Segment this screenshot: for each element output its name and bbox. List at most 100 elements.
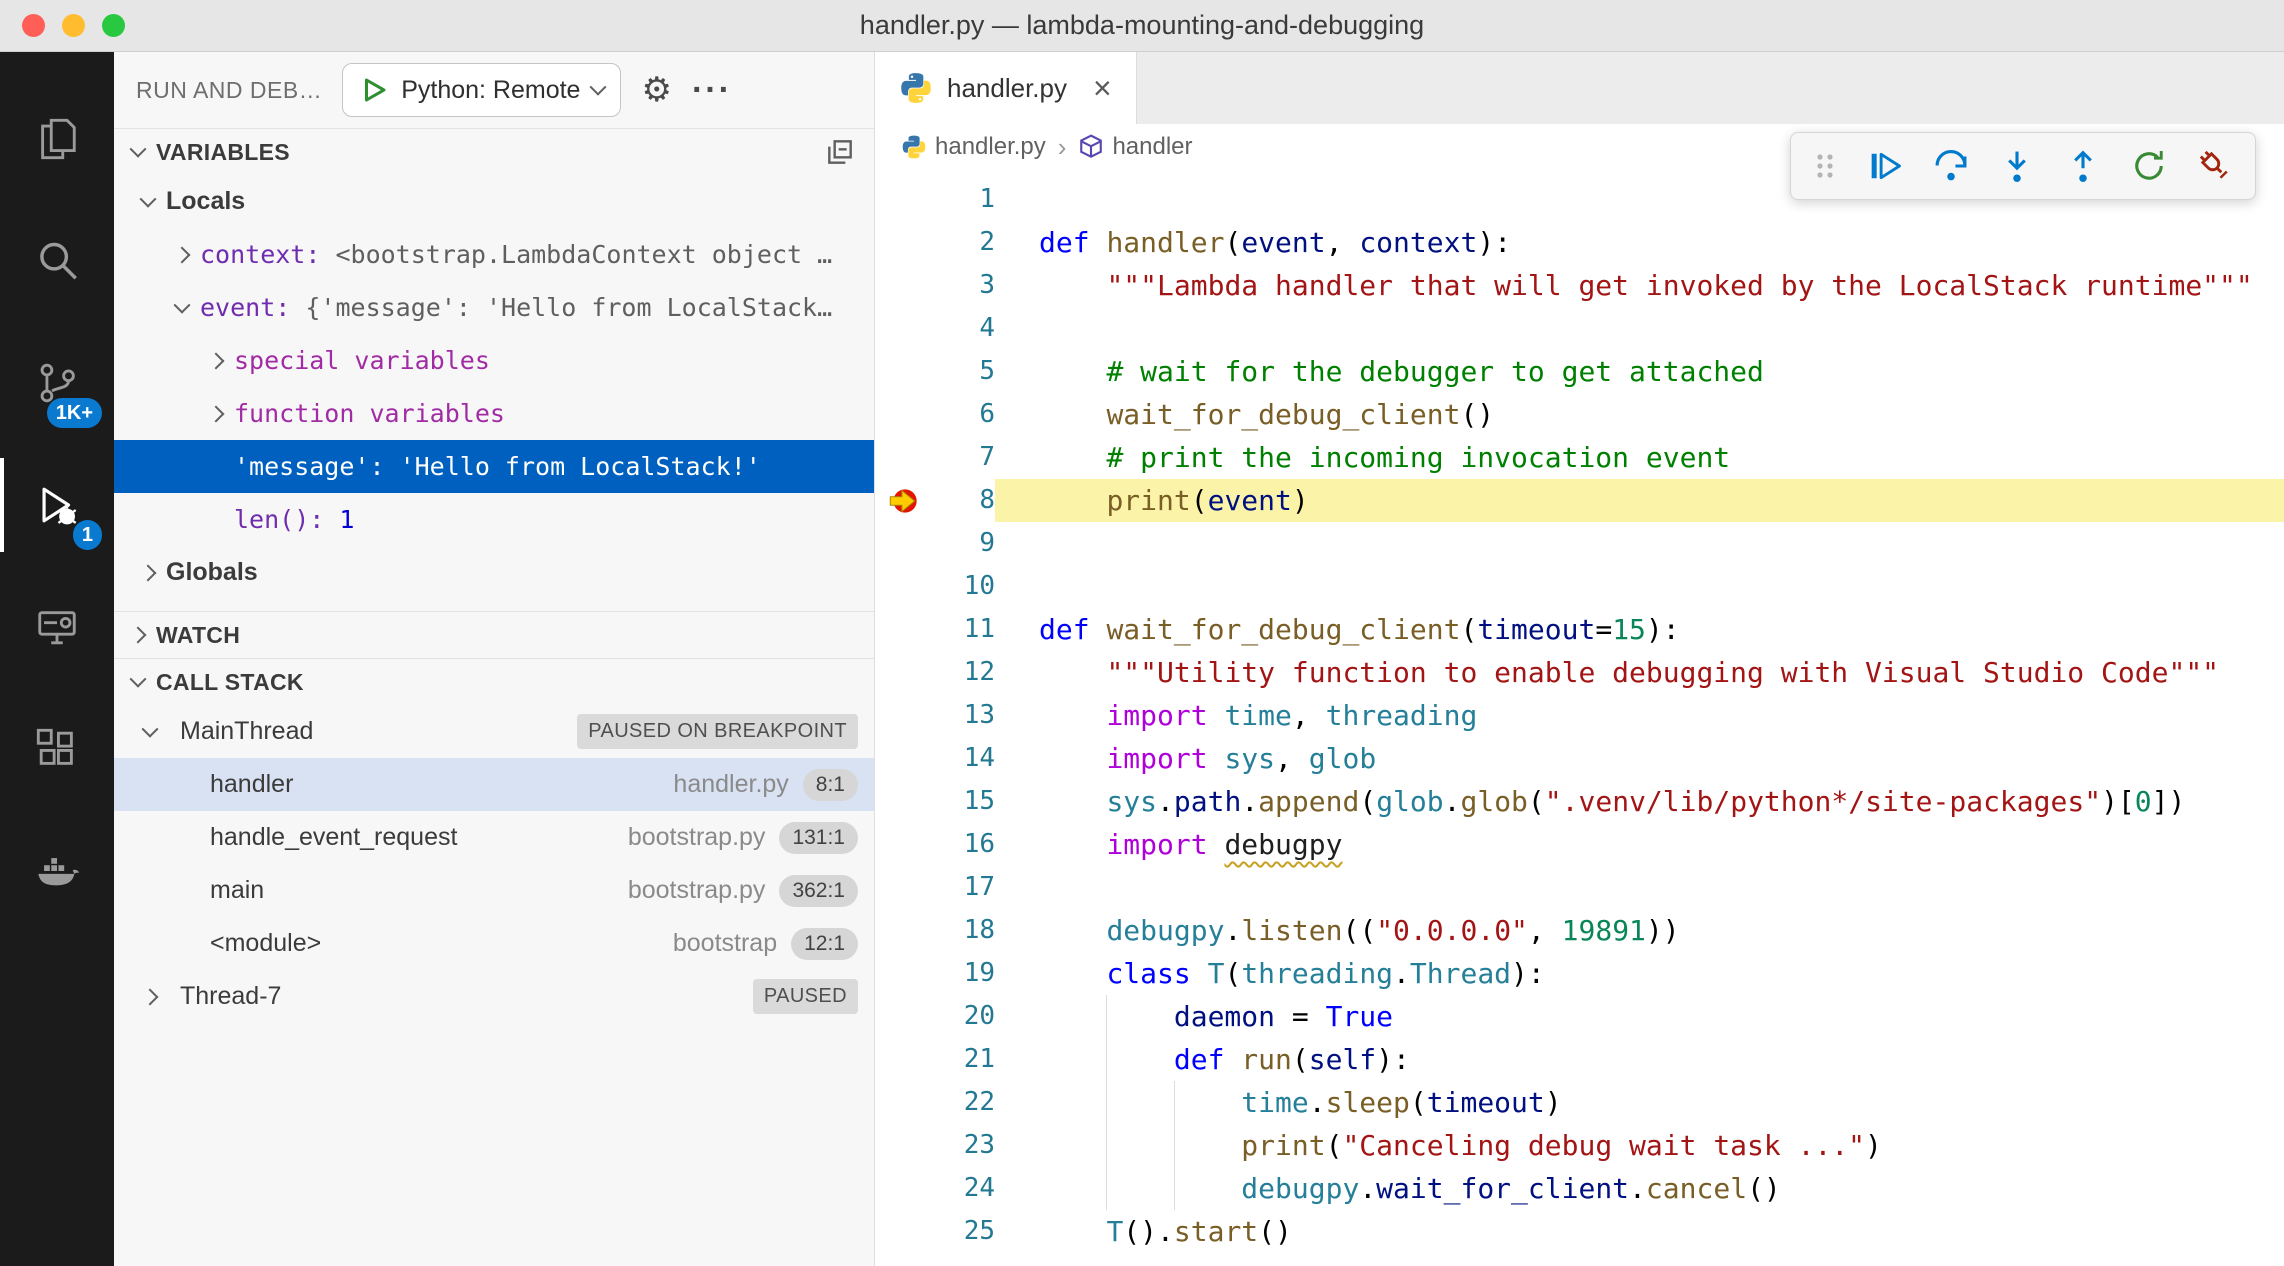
activity-remote-explorer[interactable] [0,566,114,688]
code-text[interactable] [995,565,2284,608]
glyph-margin[interactable] [875,780,933,823]
activity-run-and-debug[interactable]: 1 [0,444,114,566]
code-text[interactable]: debugpy.wait_for_client.cancel() [995,1167,2284,1210]
glyph-margin[interactable] [875,264,933,307]
code-text[interactable]: import sys, glob [995,737,2284,780]
activity-docker[interactable] [0,810,114,932]
zoom-window-button[interactable] [102,14,125,37]
step-into-button[interactable] [1989,138,2045,194]
stack-frame-row[interactable]: handlerhandler.py8:1 [114,758,874,811]
glyph-margin[interactable] [875,694,933,737]
chevron-down-icon[interactable] [164,302,200,314]
minimize-window-button[interactable] [62,14,85,37]
code-editor[interactable]: 12def handler(event, context):3 """Lambd… [875,170,2284,1266]
code-text[interactable]: def handler(event, context): [995,221,2284,264]
code-text[interactable] [995,307,2284,350]
more-actions-icon[interactable]: ··· [692,71,732,110]
stack-frame-row[interactable]: mainbootstrap.py362:1 [114,864,874,917]
glyph-margin[interactable] [875,737,933,780]
code-text[interactable]: """Lambda handler that will get invoked … [995,264,2284,307]
start-debug-icon[interactable] [359,75,389,105]
glyph-margin[interactable] [875,221,933,264]
watch-section-header[interactable]: WATCH [114,611,874,658]
glyph-margin[interactable] [875,1038,933,1081]
glyph-margin[interactable] [875,866,933,909]
chevron-right-icon[interactable] [130,567,166,579]
glyph-margin[interactable] [875,1167,933,1210]
glyph-margin[interactable] [875,307,933,350]
glyph-margin[interactable] [875,393,933,436]
code-text[interactable]: # wait for the debugger to get attached [995,350,2284,393]
code-text[interactable]: print("Canceling debug wait task ...") [995,1124,2284,1167]
code-text[interactable] [995,866,2284,909]
code-text[interactable]: T().start() [995,1210,2284,1253]
glyph-margin[interactable] [875,178,933,221]
chevron-right-icon[interactable] [164,249,200,261]
scope-row[interactable]: Globals [114,546,874,599]
chevron-down-icon[interactable] [132,726,168,738]
glyph-margin[interactable] [875,608,933,651]
variable-row[interactable]: function variables [114,387,874,440]
tab-handler-py[interactable]: handler.py × [875,52,1137,124]
variable-row[interactable]: special variables [114,334,874,387]
stack-frame-row[interactable]: <module>bootstrap12:1 [114,917,874,970]
glyph-margin[interactable] [875,436,933,479]
thread-row[interactable]: Thread-7PAUSED [114,970,874,1023]
code-text[interactable]: """Utility function to enable debugging … [995,651,2284,694]
glyph-margin[interactable] [875,823,933,866]
code-text[interactable]: daemon = True [995,995,2284,1038]
glyph-margin[interactable] [875,1081,933,1124]
step-out-button[interactable] [2055,138,2111,194]
call-stack-section-header[interactable]: CALL STACK [114,658,874,705]
code-text[interactable]: sys.path.append(glob.glob(".venv/lib/pyt… [995,780,2284,823]
glyph-margin[interactable] [875,1124,933,1167]
activity-source-control[interactable]: 1K+ [0,322,114,444]
close-window-button[interactable] [22,14,45,37]
debug-config-dropdown[interactable]: Python: Remote [342,63,621,117]
code-text[interactable]: def run(self): [995,1038,2284,1081]
code-text[interactable]: print(event) [995,479,2284,522]
glyph-margin[interactable] [875,651,933,694]
collapse-all-icon[interactable] [824,136,856,168]
stack-frame-row[interactable]: handle_event_requestbootstrap.py131:1 [114,811,874,864]
code-text[interactable]: import time, threading [995,694,2284,737]
disconnect-button[interactable] [2187,138,2243,194]
glyph-margin[interactable] [875,522,933,565]
code-text[interactable]: time.sleep(timeout) [995,1081,2284,1124]
gear-icon[interactable]: ⚙ [641,70,671,110]
breadcrumb-item-file[interactable]: handler.py [901,133,1046,161]
variable-row[interactable]: context: <bootstrap.LambdaContext object… [114,228,874,281]
code-text[interactable]: def wait_for_debug_client(timeout=15): [995,608,2284,651]
chevron-right-icon[interactable] [198,408,234,420]
glyph-margin[interactable] [875,909,933,952]
glyph-margin[interactable] [875,350,933,393]
glyph-margin[interactable] [875,952,933,995]
chevron-right-icon[interactable] [132,991,168,1003]
variables-section-header[interactable]: VARIABLES [114,128,874,175]
code-text[interactable]: wait_for_debug_client() [995,393,2284,436]
chevron-right-icon[interactable] [198,355,234,367]
scope-row[interactable]: Locals [114,175,874,228]
continue-button[interactable] [1857,138,1913,194]
code-text[interactable]: debugpy.listen(("0.0.0.0", 19891)) [995,909,2284,952]
code-text[interactable]: import debugpy [995,823,2284,866]
activity-extensions[interactable] [0,688,114,810]
breakpoint-current-line-icon[interactable] [875,479,933,522]
close-icon[interactable]: × [1093,72,1112,104]
activity-explorer[interactable] [0,78,114,200]
glyph-margin[interactable] [875,995,933,1038]
variable-row[interactable]: 'message': 'Hello from LocalStack!' [114,440,874,493]
glyph-margin[interactable] [875,1210,933,1253]
variable-row[interactable]: event: {'message': 'Hello from LocalStac… [114,281,874,334]
restart-button[interactable] [2121,138,2177,194]
code-text[interactable]: # print the incoming invocation event [995,436,2284,479]
code-text[interactable] [995,522,2284,565]
activity-search[interactable] [0,200,114,322]
thread-row[interactable]: MainThreadPAUSED ON BREAKPOINT [114,705,874,758]
step-over-button[interactable] [1923,138,1979,194]
chevron-down-icon[interactable] [130,196,166,208]
variable-row[interactable]: len(): 1 [114,493,874,546]
gripper-icon[interactable] [1803,138,1847,194]
breadcrumb-item-symbol[interactable]: handler [1078,133,1192,161]
glyph-margin[interactable] [875,565,933,608]
